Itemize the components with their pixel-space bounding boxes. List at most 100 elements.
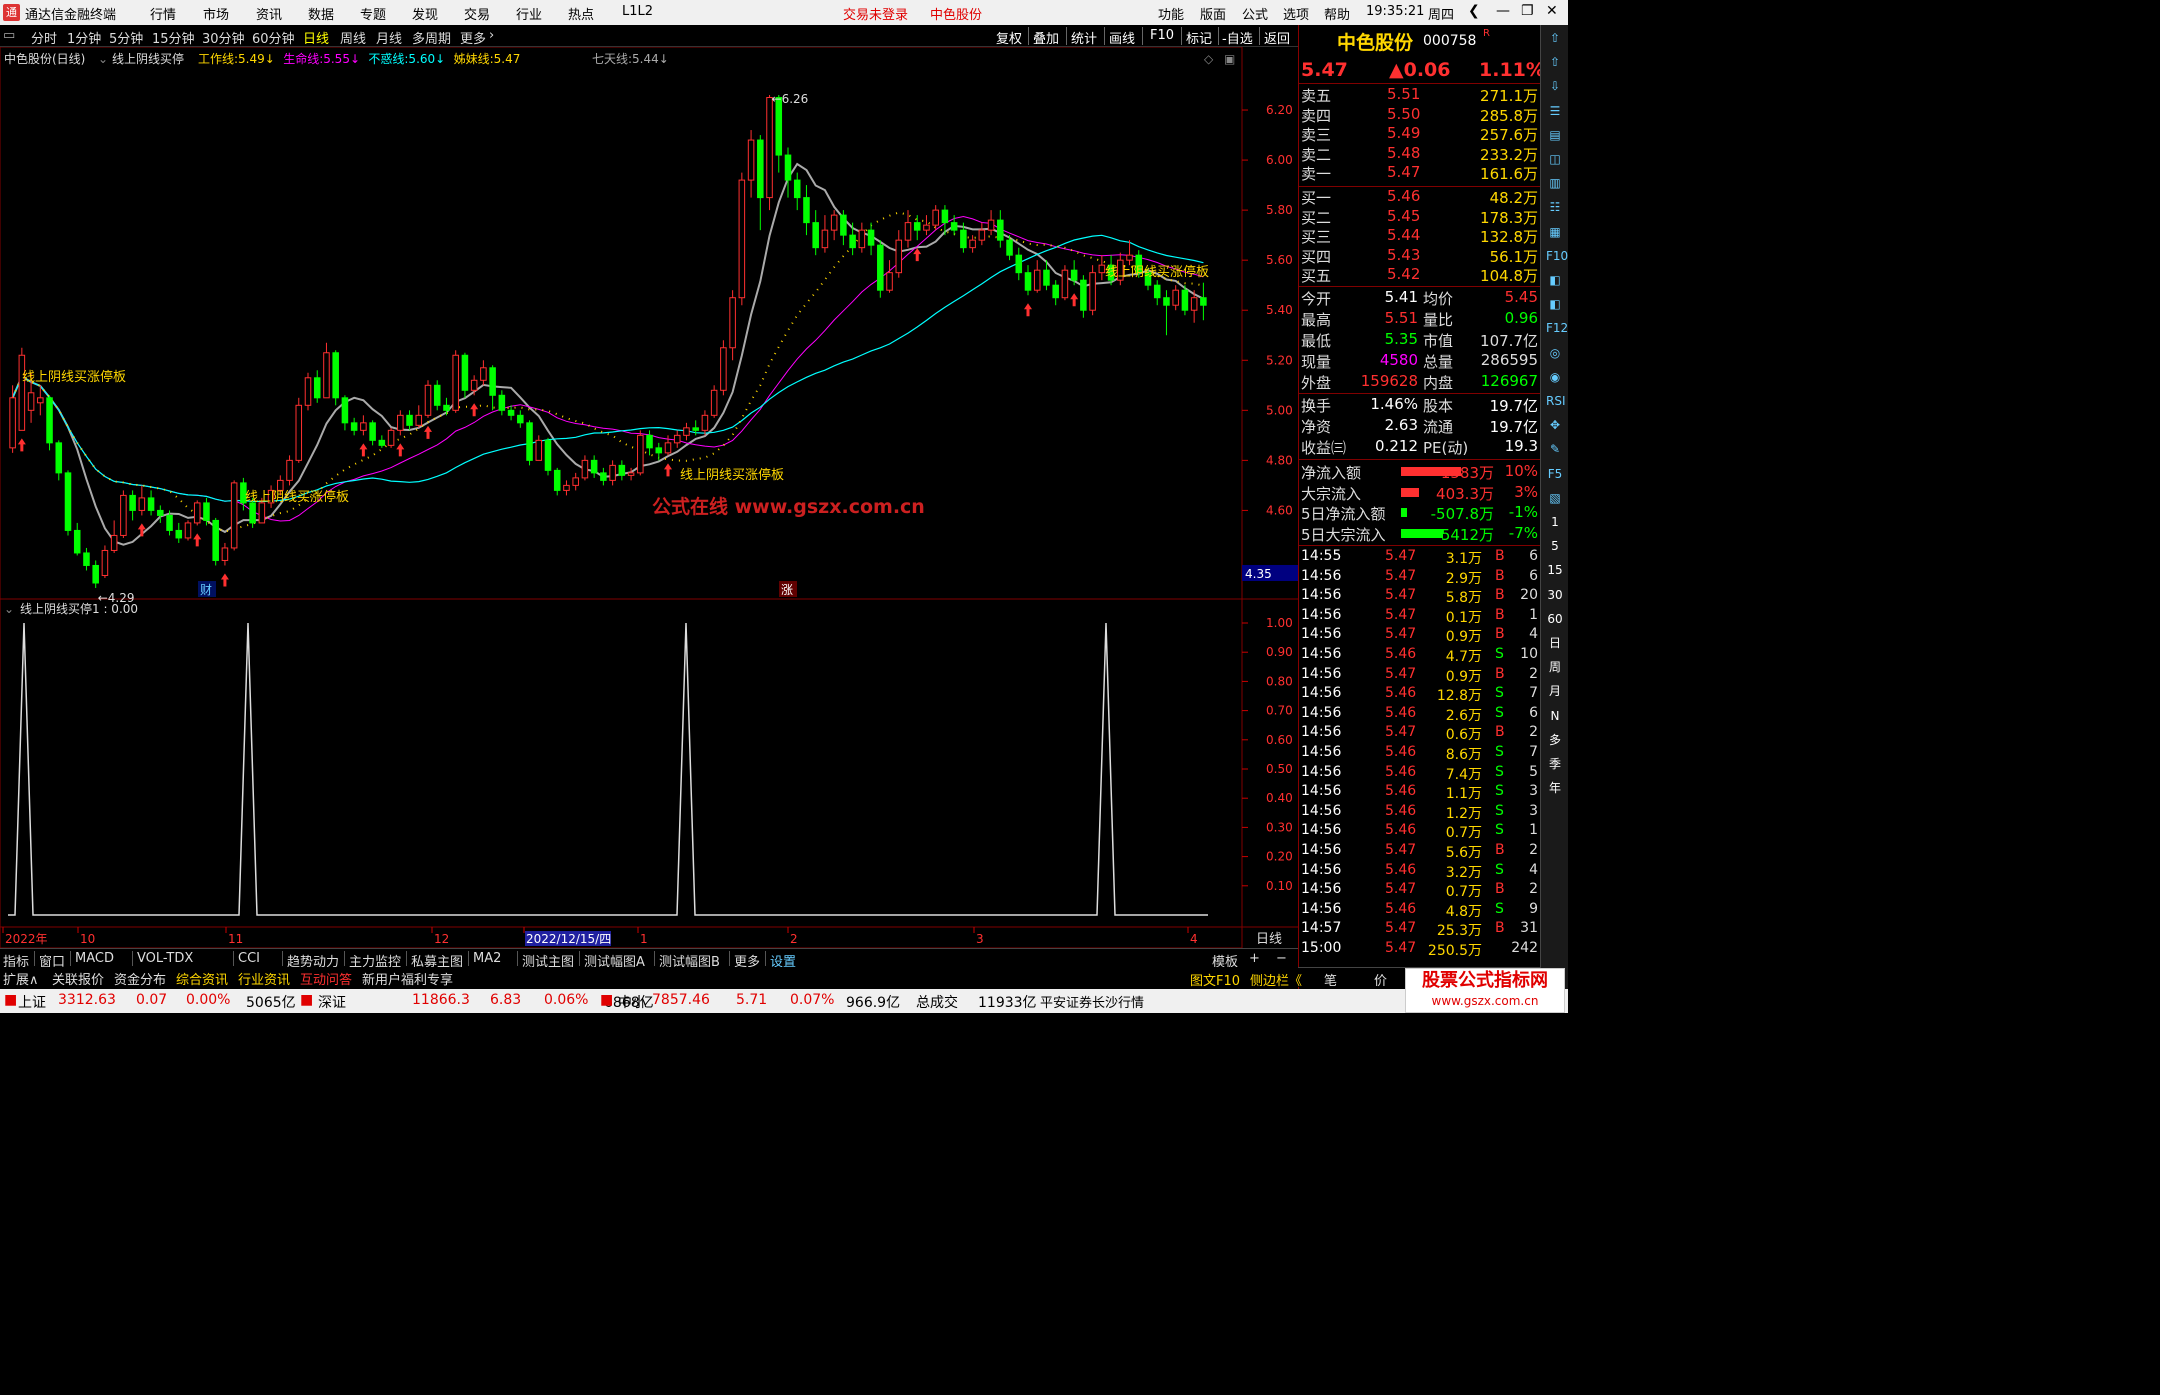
menu-xuanxiang[interactable]: 选项 [1283, 4, 1309, 23]
ask-label: 卖三 [1301, 126, 1332, 145]
template-tab-1[interactable]: + [1249, 951, 1260, 966]
period-monthly[interactable]: 月线 [376, 28, 402, 47]
info-tab-0[interactable]: 扩展∧ [3, 969, 39, 988]
toolstrip-icon-17[interactable]: ✎ [1546, 440, 1564, 458]
toolstrip-icon-30[interactable]: 季 [1546, 755, 1564, 773]
menu-jiaoyi[interactable]: 交易 [464, 4, 490, 23]
toolstrip-icon-8[interactable]: ▦ [1546, 223, 1564, 241]
side-tab-0[interactable]: 图文F10 [1190, 970, 1240, 989]
info-tab-4[interactable]: 行业资讯 [238, 969, 290, 988]
menu-bangzhu[interactable]: 帮助 [1324, 4, 1350, 23]
title-bar: 通 通达信金融终端 行情 市场 资讯 数据 专题 发现 交易 行业 热点 L1L… [0, 0, 1568, 25]
menu-hangye[interactable]: 行业 [516, 4, 542, 23]
tool-back[interactable]: 返回 [1264, 28, 1290, 47]
info-tab-2[interactable]: 资金分布 [114, 969, 166, 988]
indicator-tab-2[interactable]: MACD [75, 951, 114, 966]
tick-side: S [1495, 744, 1504, 760]
tool-huaxian[interactable]: 画线 [1109, 28, 1135, 47]
toolstrip-icon-21[interactable]: 5 [1546, 537, 1564, 555]
menu-gongneng[interactable]: 功能 [1158, 4, 1184, 23]
toolstrip-icon-11[interactable]: ◧ [1546, 295, 1564, 313]
close-icon[interactable]: ✕ [1546, 3, 1558, 19]
menu-zixun[interactable]: 资讯 [256, 4, 282, 23]
period-5min[interactable]: 5分钟 [109, 28, 143, 47]
template-tab-2[interactable]: − [1276, 951, 1287, 966]
toolstrip-icon-16[interactable]: ✥ [1546, 416, 1564, 434]
toolstrip-icon-13[interactable]: ◎ [1546, 344, 1564, 362]
toolstrip-icon-14[interactable]: ◉ [1546, 368, 1564, 386]
toolstrip-icon-31[interactable]: 年 [1546, 779, 1564, 797]
candle-up [258, 502, 266, 524]
period-60min[interactable]: 60分钟 [252, 28, 295, 47]
toolstrip-icon-23[interactable]: 30 [1546, 586, 1564, 604]
toolstrip-icon-15[interactable]: RSI [1546, 392, 1566, 410]
side-tab-2[interactable]: 笔 [1324, 970, 1337, 989]
period-30min[interactable]: 30分钟 [202, 28, 245, 47]
period-1min[interactable]: 1分钟 [67, 28, 101, 47]
stock-link[interactable]: 中色股份 [930, 4, 982, 23]
menu-zhuanti[interactable]: 专题 [360, 4, 386, 23]
menu-redian[interactable]: 热点 [568, 4, 594, 23]
kline-chart[interactable]: 6.20 6.00 5.80 5.60 5.40 5.20 5.00 4.80 4.60 4.35… [0, 47, 1298, 948]
toolstrip-icon-6[interactable]: ▥ [1546, 174, 1564, 192]
indicator-tab-4[interactable]: CCI [238, 951, 260, 966]
period-multi[interactable]: 多周期 [412, 28, 451, 47]
side-tab-3[interactable]: 价 [1374, 970, 1387, 989]
toolstrip-icon-3[interactable]: ☰ [1546, 102, 1564, 120]
info-tab-6[interactable]: 新用户福利专享 [362, 969, 453, 988]
chevron-right-icon[interactable]: › [489, 28, 494, 43]
period-fenshi[interactable]: 分时 [31, 28, 57, 47]
toolstrip-icon-22[interactable]: 15 [1546, 561, 1564, 579]
toolstrip-icon-28[interactable]: N [1546, 707, 1564, 725]
candle-down [489, 367, 496, 396]
indicator-tab-3[interactable]: VOL-TDX [137, 951, 193, 966]
collapse-icon[interactable]: ▭ [3, 28, 15, 43]
period-15min[interactable]: 15分钟 [152, 28, 195, 47]
toolstrip-icon-10[interactable]: ◧ [1546, 271, 1564, 289]
period-daily[interactable]: 日线 [303, 28, 329, 47]
toolstrip-icon-12[interactable]: F12 [1546, 319, 1568, 337]
candle-up [1061, 269, 1069, 299]
tool-biaoji[interactable]: 标记 [1186, 28, 1212, 47]
toolstrip-icon-25[interactable]: 日 [1546, 634, 1564, 652]
tool-tongji[interactable]: 统计 [1071, 28, 1097, 47]
indicator-tab-8[interactable]: MA2 [473, 951, 501, 966]
toolstrip-icon-24[interactable]: 60 [1546, 610, 1564, 628]
tool-zixuan[interactable]: -自选 [1222, 28, 1253, 47]
menu-shichang[interactable]: 市场 [203, 4, 229, 23]
toolstrip-icon-0[interactable]: ⇧ [1546, 29, 1564, 47]
toolstrip-icon-26[interactable]: 周 [1546, 658, 1564, 676]
menu-l1l2[interactable]: L1L2 [622, 4, 653, 19]
info-tab-3[interactable]: 综合资讯 [176, 969, 228, 988]
menu-gongshi[interactable]: 公式 [1242, 4, 1268, 23]
menu-shuju[interactable]: 数据 [308, 4, 334, 23]
period-more[interactable]: 更多 [460, 28, 486, 47]
toolstrip-icon-5[interactable]: ◫ [1546, 150, 1564, 168]
tool-f10[interactable]: F10 [1150, 28, 1174, 43]
toolstrip-icon-4[interactable]: ▤ [1546, 126, 1564, 144]
toolstrip-icon-18[interactable]: F5 [1546, 465, 1564, 483]
toolstrip-icon-7[interactable]: ☷ [1546, 198, 1564, 216]
toolstrip-icon-2[interactable]: ⇩ [1546, 77, 1564, 95]
toolstrip-icon-9[interactable]: F10 [1546, 247, 1568, 265]
restore-icon[interactable]: ❐ [1521, 3, 1534, 19]
toolstrip-icon-1[interactable]: ⇧ [1546, 53, 1564, 71]
toolstrip-icon-19[interactable]: ▧ [1546, 489, 1564, 507]
period-weekly[interactable]: 周线 [340, 28, 366, 47]
toolstrip-icon-29[interactable]: 多 [1546, 731, 1564, 749]
back-icon[interactable]: ❮ [1468, 3, 1480, 19]
side-tab-1[interactable]: 侧边栏《 [1250, 970, 1302, 989]
menu-banmian[interactable]: 版面 [1200, 4, 1226, 23]
menu-hangqing[interactable]: 行情 [150, 4, 176, 23]
ask-volume: 161.6万 [1480, 165, 1538, 184]
toolstrip-icon-20[interactable]: 1 [1546, 513, 1564, 531]
tool-diejia[interactable]: 叠加 [1033, 28, 1059, 47]
info-tab-1[interactable]: 关联报价 [52, 969, 104, 988]
minimize-icon[interactable]: — [1496, 3, 1510, 19]
toolstrip-icon-27[interactable]: 月 [1546, 682, 1564, 700]
candle-down [212, 519, 219, 561]
login-status[interactable]: 交易未登录 [843, 4, 908, 23]
tool-fuquan[interactable]: 复权 [996, 28, 1022, 47]
info-tab-5[interactable]: 互动问答 [300, 969, 352, 988]
menu-faxian[interactable]: 发现 [412, 4, 438, 23]
